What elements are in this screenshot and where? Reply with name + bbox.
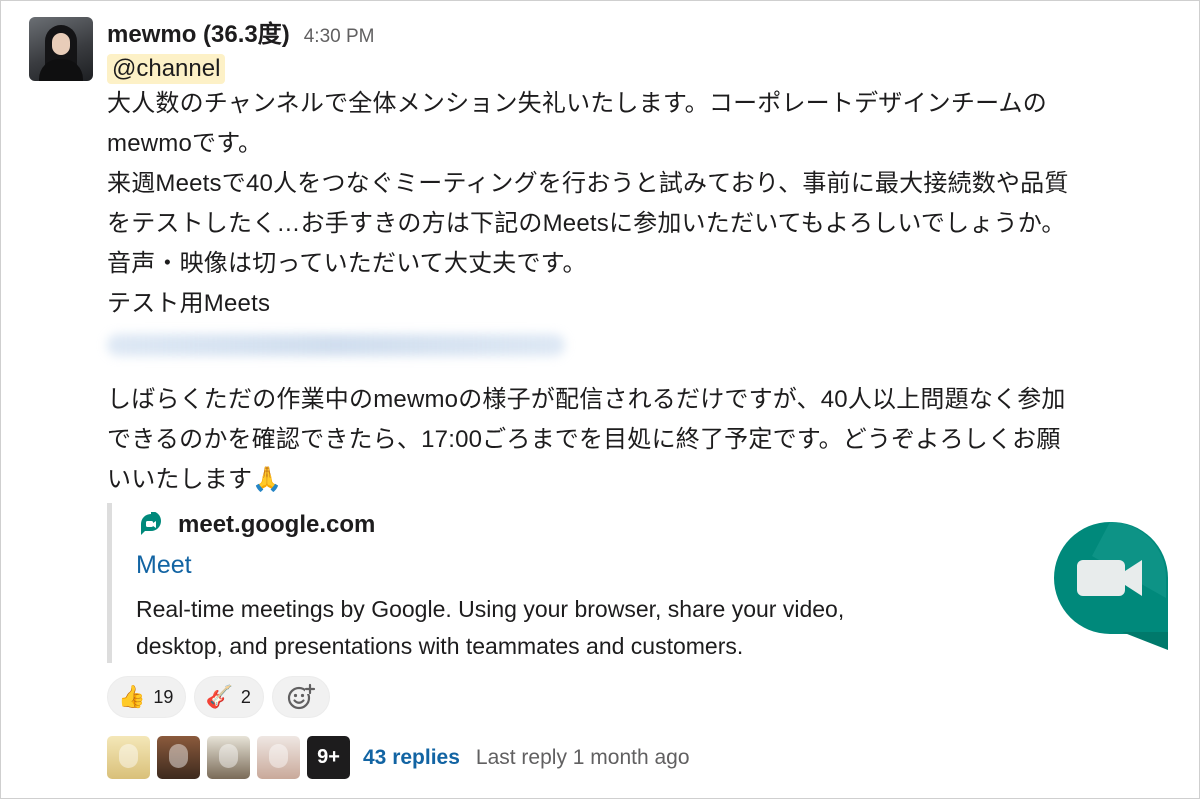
unfurl-description-line: desktop, and presentations with teammate… <box>136 633 744 659</box>
google-meet-logo-icon[interactable] <box>1052 520 1168 650</box>
message-line: できるのかを確認できたら、17:00ごろまでを目処に終了予定です。どうぞよろしく… <box>107 426 1061 453</box>
message-line: mewmoです。 <box>107 130 263 157</box>
unfurl-site-name[interactable]: meet.google.com <box>178 511 375 539</box>
thread-more-participants: 9+ <box>307 736 350 779</box>
timestamp[interactable]: 4:30 PM <box>304 26 375 48</box>
message-line: 大人数のチャンネルで全体メンション失礼いたします。コーポレートデザインチームの <box>107 90 1047 117</box>
message-line: いいたします🙏 <box>107 466 283 493</box>
reaction-count: 19 <box>153 686 174 707</box>
thread-participant-avatar <box>107 736 150 779</box>
unfurl-site: meet.google.com <box>138 511 375 539</box>
message-line: しばらくただの作業中のmewmoの様子が配信されるだけですが、40人以上問題なく… <box>107 386 1066 413</box>
add-reaction-icon <box>287 683 315 710</box>
message-line: をテストしたく…お手すきの方は下記のMeetsに参加いただいてもよろしいでしょう… <box>107 210 1066 237</box>
google-meet-small-icon <box>141 512 161 535</box>
reactions-bar: 👍 19 🎸 2 <box>107 676 330 718</box>
message-line: 音声・映像は切っていただいて大丈夫です。 <box>107 250 587 277</box>
unfurl-description-line: Real-time meetings by Google. Using your… <box>136 596 845 622</box>
username[interactable]: mewmo (36.3度) <box>107 14 290 49</box>
thread-participant-avatar <box>257 736 300 779</box>
reaction-guitar[interactable]: 🎸 2 <box>194 676 264 718</box>
reaction-thumbs-up[interactable]: 👍 19 <box>107 676 187 718</box>
thread-last-reply: Last reply 1 month ago <box>475 745 690 769</box>
reaction-count: 2 <box>240 686 251 707</box>
message-line: 来週Meetsで40人をつなぐミーティングを行おうと試みており、事前に最大接続数… <box>107 170 1069 197</box>
message-body: 大人数のチャンネルで全体メンション失礼いたします。コーポレートデザインチームの … <box>107 84 1187 500</box>
add-reaction-button[interactable] <box>271 676 330 718</box>
thumbs-up-icon: 👍 <box>118 684 146 709</box>
message: mewmo (36.3度) 4:30 PM @channel 大人数のチャンネル… <box>107 14 1187 500</box>
meets-link-blurred[interactable] <box>107 334 565 356</box>
guitar-icon: 🎸 <box>205 684 233 709</box>
unfurl-description: Real-time meetings by Google. Using your… <box>136 591 966 665</box>
user-avatar[interactable] <box>29 17 93 81</box>
unfurl-title[interactable]: Meet <box>136 551 192 580</box>
link-unfurl: meet.google.com Meet Real-time meetings … <box>107 503 1167 663</box>
channel-mention[interactable]: @channel <box>107 54 226 84</box>
thread-participant-avatar <box>207 736 250 779</box>
thread-summary[interactable]: 9+ 43 replies Last reply 1 month ago <box>107 736 690 779</box>
thread-participant-avatar <box>157 736 200 779</box>
message-line: テスト用Meets <box>107 290 271 317</box>
message-header: mewmo (36.3度) 4:30 PM <box>107 14 1187 50</box>
thread-replies-link[interactable]: 43 replies <box>363 746 460 770</box>
